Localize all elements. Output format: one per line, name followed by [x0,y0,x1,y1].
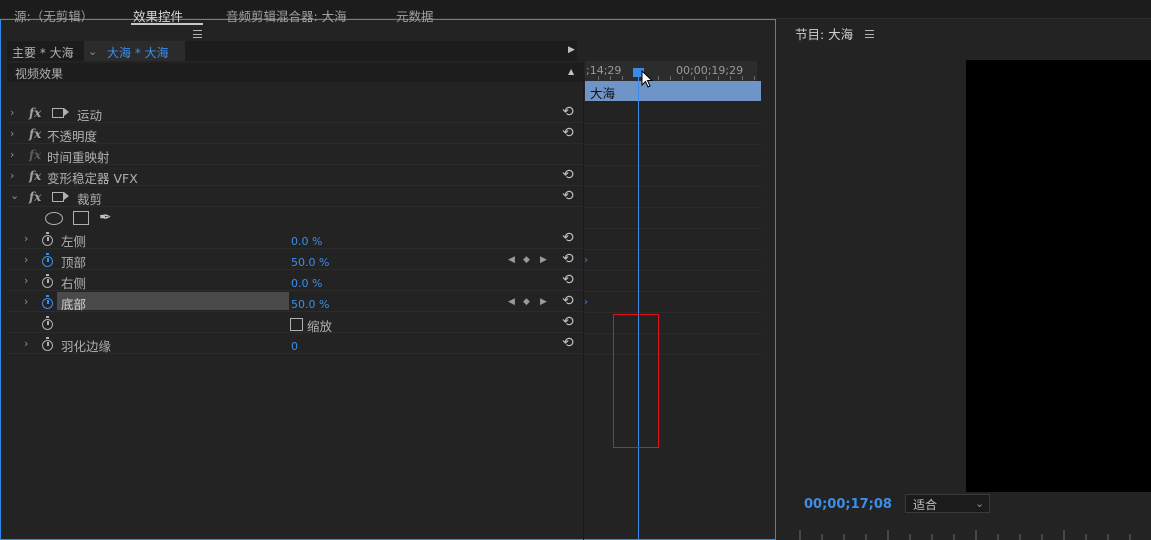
param-label-feather: 羽化边缘 [61,339,112,354]
zoom-label: 缩放 [307,319,333,334]
tab-source[interactable]: 源:（无剪辑） [14,6,93,25]
effect-label-warp-stabilizer: 变形稳定器 VFX [47,171,138,186]
timeline-clip-label: 大海 [590,86,616,101]
effect-label-crop: 裁剪 [77,192,103,207]
play-only-clip-icon[interactable]: ▶ [568,45,575,55]
reset-icon[interactable]: ⟲ [562,273,574,287]
chevron-down-icon[interactable]: ⌄ [10,189,19,202]
collapse-up-icon[interactable]: ▲ [568,67,574,76]
stopwatch-icon[interactable] [42,295,53,309]
param-value-bottom[interactable]: 50.0 % [291,298,329,311]
panel-menu-icon[interactable] [193,30,202,38]
effect-label-motion: 运动 [77,108,103,123]
param-value-feather[interactable]: 0 [291,340,298,353]
transform-icon[interactable] [52,108,69,118]
add-keyframe-icon[interactable]: ◆ [523,297,530,307]
keyframe-arrow-icon[interactable]: › [584,255,588,266]
stopwatch-icon[interactable] [42,337,53,351]
add-keyframe-icon[interactable]: ◆ [523,255,530,265]
transform-icon[interactable] [52,192,69,202]
chevron-right-icon[interactable]: › [24,337,28,350]
next-keyframe-icon[interactable]: ▶ [540,297,547,307]
reset-icon[interactable]: ⟲ [562,168,574,182]
playhead-timecode[interactable]: 00;00;17;08 [804,497,892,512]
sequence-clip-label: 大海 * 大海 [107,46,169,60]
next-keyframe-icon[interactable]: ▶ [540,255,547,265]
fx-icon[interactable]: fx [29,106,41,120]
param-value-left[interactable]: 0.0 % [291,235,322,248]
video-effects-header [7,63,583,82]
ellipse-mask-icon[interactable] [45,212,63,225]
program-video-frame[interactable] [966,60,1151,492]
chevron-right-icon[interactable]: › [24,274,28,287]
video-effects-label: 视频效果 [15,67,64,81]
chevron-down-icon[interactable]: ⌄ [88,45,97,58]
reset-icon[interactable]: ⟲ [562,336,574,350]
pen-mask-icon[interactable]: ✒ [99,208,112,226]
chevron-right-icon[interactable]: › [10,169,14,182]
program-timeline-ruler[interactable] [795,527,1151,540]
tab-metadata[interactable]: 元数据 [396,6,434,25]
stopwatch-icon[interactable] [42,316,53,330]
reset-icon[interactable]: ⟲ [562,105,574,119]
active-tab-indicator [131,23,203,25]
keyframe-arrow-icon[interactable]: › [584,297,588,308]
reset-icon[interactable]: ⟲ [562,126,574,140]
effect-label-time-remap: 时间重映射 [47,150,110,165]
rectangle-mask-icon[interactable] [73,211,89,225]
zoom-checkbox[interactable] [290,318,303,331]
chevron-right-icon[interactable]: › [10,148,14,161]
param-value-top[interactable]: 50.0 % [291,256,329,269]
zoom-fit-label: 适合 [913,498,938,512]
effect-label-opacity: 不透明度 [47,129,98,144]
chevron-right-icon[interactable]: › [10,127,14,140]
stopwatch-icon[interactable] [42,232,53,246]
stopwatch-icon[interactable] [42,253,53,267]
param-label-left: 左侧 [61,234,87,249]
master-clip-label: 主要 * 大海 [12,46,74,60]
reset-icon[interactable]: ⟲ [562,294,574,308]
chevron-down-icon[interactable]: ⌄ [975,497,984,510]
param-label-bottom: 底部 [61,297,87,312]
reset-icon[interactable]: ⟲ [562,315,574,329]
fx-icon[interactable]: fx [29,190,41,204]
reset-icon[interactable]: ⟲ [562,189,574,203]
prev-keyframe-icon[interactable]: ◀ [508,297,515,307]
selected-row-highlight [57,292,289,310]
reset-icon[interactable]: ⟲ [562,252,574,266]
fx-icon: fx [29,148,42,162]
fx-icon[interactable]: fx [29,169,41,183]
stopwatch-icon[interactable] [42,274,53,288]
reset-icon[interactable]: ⟲ [562,231,574,245]
chevron-right-icon[interactable]: › [24,232,28,245]
chevron-right-icon[interactable]: › [24,295,28,308]
chevron-right-icon[interactable]: › [24,253,28,266]
param-label-top: 顶部 [61,255,87,270]
param-label-right: 右侧 [61,276,87,291]
chevron-right-icon[interactable]: › [10,106,14,119]
ruler-label-end: 00;00;19;29 [676,64,744,77]
prev-keyframe-icon[interactable]: ◀ [508,255,515,265]
param-value-right[interactable]: 0.0 % [291,277,322,290]
ruler-label-start: ;14;29 [586,64,622,77]
panel-menu-icon[interactable] [865,30,874,38]
fx-icon[interactable]: fx [29,127,41,141]
playhead-line[interactable] [638,70,639,540]
mouse-cursor-icon [641,70,653,88]
tab-audio-clip-mixer[interactable]: 音频剪辑混合器: 大海 [226,6,347,25]
program-monitor-title[interactable]: 节目: 大海 [795,24,853,43]
annotation-red-box [613,314,659,448]
